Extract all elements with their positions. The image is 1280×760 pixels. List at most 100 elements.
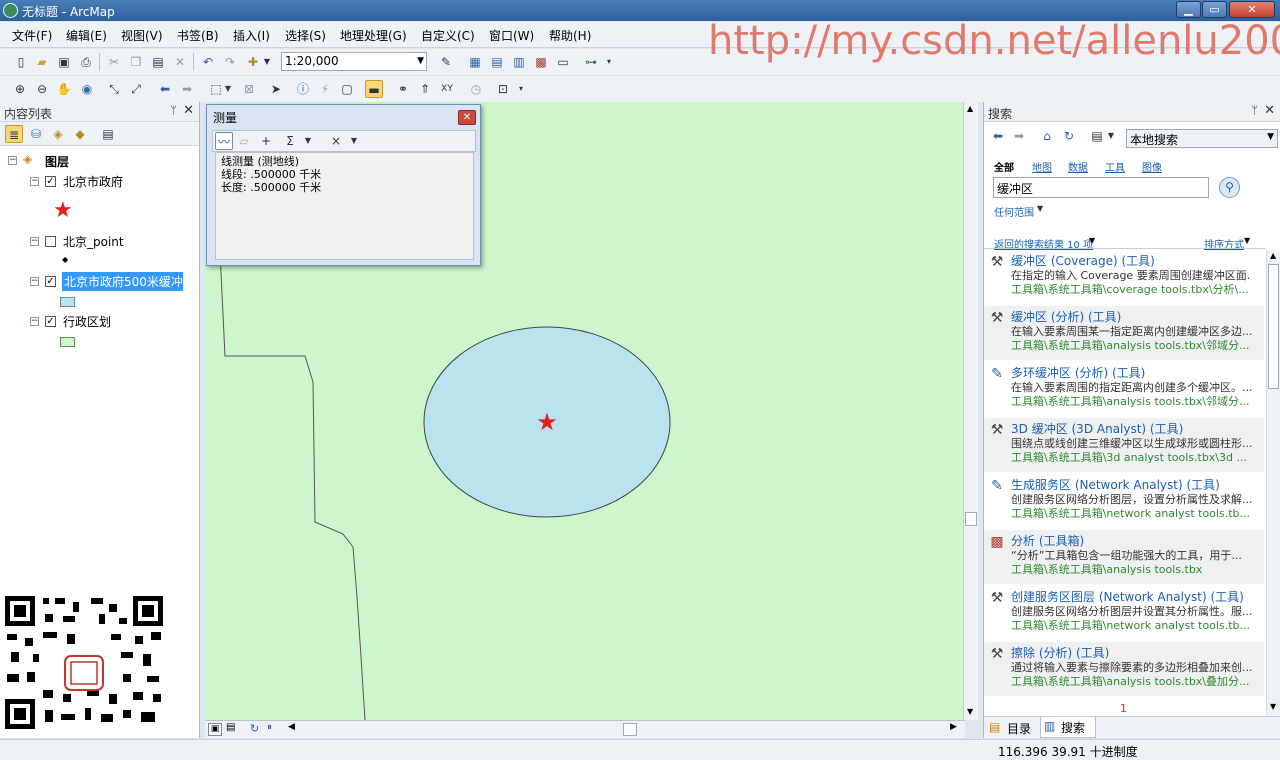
search-result-item[interactable]: ▩ 分析 (工具箱) “分析”工具箱包含一组功能强大的工具，用于... 工具箱\…	[984, 530, 1264, 584]
full-extent-icon[interactable]: ◉	[78, 80, 96, 98]
layer-visibility-checkbox[interactable]	[45, 236, 56, 247]
measure-line-icon[interactable]: 〰	[215, 132, 233, 150]
results-vertical-scrollbar[interactable]: ▲ ▼	[1266, 250, 1280, 716]
filter-data[interactable]: 数据	[1068, 159, 1088, 174]
collapse-icon[interactable]: −	[30, 177, 39, 186]
collapse-icon[interactable]: −	[30, 277, 39, 286]
scroll-up-icon[interactable]: ▲	[967, 104, 973, 113]
search-input[interactable]: 缓冲区	[993, 177, 1209, 198]
map-vertical-scrollbar[interactable]: ▲ ▼	[963, 102, 978, 720]
open-folder-icon[interactable]: ▰	[33, 53, 51, 71]
time-slider-icon[interactable]: ◷	[467, 80, 485, 98]
data-frame-label[interactable]: 图层	[45, 153, 69, 170]
filter-images[interactable]: 图像	[1142, 159, 1162, 174]
tab-search-active[interactable]: ▥ 搜索	[1040, 717, 1096, 738]
menu-customize[interactable]: 自定义(C)	[421, 27, 475, 44]
copy-icon[interactable]: ❐	[127, 53, 145, 71]
toc-options-icon[interactable]: ▤	[99, 125, 117, 143]
menu-selection[interactable]: 选择(S)	[285, 27, 326, 44]
layer-name[interactable]: 北京市政府	[63, 173, 123, 190]
measure-tool-icon[interactable]: ▬	[365, 80, 383, 98]
layer-visibility-checkbox[interactable]: ✓	[45, 176, 56, 187]
search-result-item[interactable]: ⚒ 擦除 (分析) (工具) 通过将输入要素与擦除要素的多边形相叠加来创... …	[984, 642, 1264, 696]
search-window-icon[interactable]: ▥	[510, 53, 528, 71]
scroll-thumb[interactable]	[965, 512, 977, 526]
zoom-in-icon[interactable]: ⊕	[11, 80, 29, 98]
collapse-icon[interactable]: −	[8, 156, 17, 165]
maximize-button[interactable]: ▭	[1202, 1, 1227, 18]
scroll-up-icon[interactable]: ▲	[1270, 251, 1276, 260]
scroll-right-icon[interactable]: ▶	[950, 722, 957, 732]
pan-hand-icon[interactable]: ✋	[55, 80, 73, 98]
find-route-icon[interactable]: ⇑	[416, 80, 434, 98]
add-data-dropdown-icon[interactable]: ▼	[262, 53, 272, 71]
search-options-icon[interactable]: ▤	[1088, 127, 1106, 145]
scroll-down-icon[interactable]: ▼	[967, 707, 973, 716]
clear-selection-icon[interactable]: ⊠	[240, 80, 258, 98]
menu-geoprocessing[interactable]: 地理处理(G)	[340, 27, 407, 44]
close-icon[interactable]: ✕	[1264, 103, 1275, 118]
measure-feature-icon[interactable]: +	[257, 132, 275, 150]
menu-edit[interactable]: 编辑(E)	[66, 27, 107, 44]
python-window-icon[interactable]: ▭	[554, 53, 572, 71]
collapse-icon[interactable]: −	[30, 237, 39, 246]
menu-view[interactable]: 视图(V)	[121, 27, 163, 44]
paste-icon[interactable]: ▤	[149, 53, 167, 71]
horizontal-scroll-thumb[interactable]	[623, 723, 637, 736]
refresh-icon[interactable]: ↻	[250, 722, 259, 735]
close-window-button[interactable]: ✕	[1229, 1, 1275, 18]
layout-view-icon[interactable]: ▤	[226, 722, 235, 733]
editor-toolbar-icon[interactable]: ✎	[437, 53, 455, 71]
layer-name[interactable]: 北京_point	[63, 233, 124, 250]
refresh-icon[interactable]: ↻	[1060, 127, 1078, 145]
page-number[interactable]: 1	[1120, 702, 1127, 715]
measure-area-icon[interactable]: ▱	[235, 132, 253, 150]
identify-icon[interactable]: ⓘ	[294, 80, 312, 98]
undo-icon[interactable]: ↶	[199, 53, 217, 71]
layer-name[interactable]: 行政区划	[63, 313, 111, 330]
home-icon[interactable]: ⌂	[1038, 127, 1056, 145]
search-result-item[interactable]: ⚒ 缓冲区 (Coverage) (工具) 在指定的输入 Coverage 要素…	[984, 250, 1264, 304]
options-dropdown-icon[interactable]: ▼	[1106, 127, 1116, 145]
select-dropdown-icon[interactable]: ▼	[223, 80, 233, 98]
menu-insert[interactable]: 插入(I)	[233, 27, 270, 44]
layer-name-selected[interactable]: 北京市政府500米缓冲	[62, 272, 183, 291]
table-of-contents-icon[interactable]: ▦	[466, 53, 484, 71]
minimize-button[interactable]: ▁	[1176, 1, 1201, 18]
menu-file[interactable]: 文件(F)	[12, 27, 52, 44]
close-icon[interactable]: ✕	[183, 103, 194, 118]
search-result-item[interactable]: ✎ 生成服务区 (Network Analyst) (工具) 创建服务区网络分析…	[984, 474, 1264, 528]
list-by-visibility-icon[interactable]: ◈	[49, 125, 67, 143]
clear-results-icon[interactable]: ×	[327, 132, 345, 150]
menu-windows[interactable]: 窗口(W)	[489, 27, 534, 44]
back-extent-icon[interactable]: ⬅	[156, 80, 174, 98]
fixed-zoom-in-icon[interactable]: ⤡	[105, 80, 123, 98]
units-dropdown-icon[interactable]: ▼	[299, 132, 317, 150]
filter-maps[interactable]: 地图	[1032, 159, 1052, 174]
toolbar-options-icon[interactable]: ▾	[516, 80, 526, 98]
close-dialog-button[interactable]: ✕	[458, 110, 476, 125]
forward-extent-icon[interactable]: ➡	[178, 80, 196, 98]
extent-filter[interactable]: 任何范围	[994, 204, 1034, 219]
fixed-zoom-out-icon[interactable]: ⤢	[127, 80, 145, 98]
find-binoculars-icon[interactable]: ⚭	[394, 80, 412, 98]
cut-icon[interactable]: ✂	[105, 53, 123, 71]
list-by-source-icon[interactable]: ⛁	[27, 125, 45, 143]
select-elements-arrow-icon[interactable]: ➤	[267, 80, 285, 98]
pin-icon[interactable]: ᛘ	[1251, 104, 1258, 117]
model-builder-icon[interactable]: ⊶	[582, 53, 600, 71]
data-view-icon[interactable]: ▣	[208, 723, 222, 736]
go-to-xy-icon[interactable]: XY	[438, 80, 456, 98]
list-by-drawing-order-icon[interactable]: ≣	[5, 125, 23, 143]
search-scope-select[interactable]: 本地搜索 ▼	[1126, 129, 1278, 148]
scroll-down-icon[interactable]: ▼	[1270, 702, 1276, 711]
redo-icon[interactable]: ↷	[221, 53, 239, 71]
search-button-icon[interactable]: ⚲	[1219, 177, 1240, 198]
delete-icon[interactable]: ✕	[171, 53, 189, 71]
list-by-selection-icon[interactable]: ◆	[71, 125, 89, 143]
add-data-icon[interactable]: ✚	[244, 53, 262, 71]
search-result-item[interactable]: ✎ 多环缓冲区 (分析) (工具) 在输入要素周围的指定距离内创建多个缓冲区。.…	[984, 362, 1264, 416]
map-scale-select[interactable]: 1:20,000 ▼	[281, 52, 427, 71]
save-icon[interactable]: ▣	[55, 53, 73, 71]
back-arrow-icon[interactable]: ⬅	[989, 127, 1007, 145]
